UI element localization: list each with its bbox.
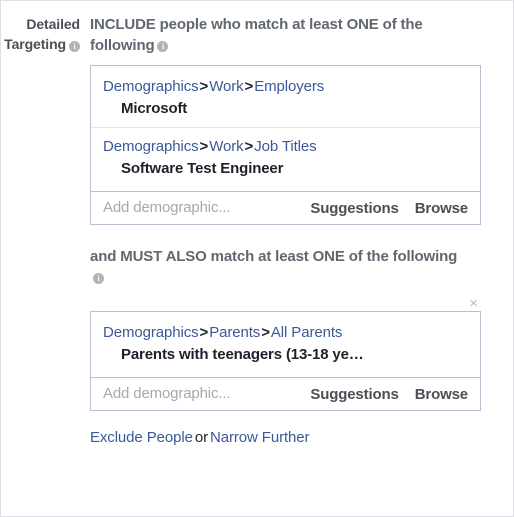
suggestions-button[interactable]: Suggestions (310, 386, 399, 403)
spec-item-value: Software Test Engineer (121, 160, 284, 177)
breadcrumb: Demographics>Parents>All Parents (103, 322, 468, 343)
include-spec-wrap: Demographics>Work>Employers Microsoft De… (90, 65, 481, 225)
targeting-content: INCLUDE people who match at least ONE of… (90, 14, 513, 448)
breadcrumb-crumb[interactable]: Employers (254, 78, 324, 95)
breadcrumb-crumb[interactable]: Demographics (103, 138, 199, 155)
breadcrumb-crumb[interactable]: Work (209, 138, 243, 155)
narrow-spec-entries: Demographics>Parents>All Parents Parents… (91, 312, 480, 377)
breadcrumb-separator: > (244, 78, 254, 95)
breadcrumb-separator: > (244, 138, 254, 155)
suggestions-button[interactable]: Suggestions (310, 200, 399, 217)
breadcrumb-separator: > (199, 138, 209, 155)
include-input-bar: Suggestions Browse (91, 191, 480, 224)
add-demographic-input[interactable] (103, 198, 295, 218)
field-label-line2: Targeting i (1, 34, 80, 54)
narrow-spec-box: Demographics>Parents>All Parents Parents… (90, 311, 481, 411)
footer-links: Exclude People or Narrow Further (90, 427, 503, 448)
spec-entry: Demographics>Work>Employers Microsoft (91, 74, 480, 125)
detailed-targeting-panel: Detailed Targeting i INCLUDE people who m… (0, 0, 514, 517)
info-icon[interactable]: i (157, 41, 169, 52)
breadcrumb-separator: > (261, 324, 270, 341)
spec-item-value: Parents with teenagers (13-18 ye… (121, 346, 364, 363)
narrow-heading-text: and MUST ALSO match at least ONE of the … (90, 248, 458, 265)
breadcrumb-separator: > (199, 78, 209, 95)
narrow-spec-wrap: × Demographics>Parents>All Parents Paren… (90, 295, 481, 411)
browse-button[interactable]: Browse (415, 200, 468, 217)
include-heading: INCLUDE people who match at least ONE of… (90, 14, 470, 56)
breadcrumb-separator: > (199, 324, 209, 341)
narrow-heading: and MUST ALSO match at least ONE of the … (90, 246, 470, 288)
include-spec-entries: Demographics>Work>Employers Microsoft De… (91, 66, 480, 191)
exclude-people-link[interactable]: Exclude People (90, 429, 193, 446)
field-label: Detailed Targeting i (1, 14, 90, 54)
breadcrumb: Demographics>Work>Employers (103, 76, 468, 97)
field-label-line2-text: Targeting (4, 36, 66, 52)
spec-item-value: Microsoft (121, 100, 188, 117)
breadcrumb-crumb[interactable]: Job Titles (254, 138, 316, 155)
field-label-line1: Detailed (26, 16, 80, 32)
breadcrumb-crumb[interactable]: Demographics (103, 324, 199, 341)
breadcrumb-crumb[interactable]: Parents (209, 324, 260, 341)
narrow-input-bar: Suggestions Browse (91, 377, 480, 410)
browse-button[interactable]: Browse (415, 386, 468, 403)
close-icon[interactable]: × (469, 296, 478, 311)
info-icon[interactable]: i (93, 273, 104, 284)
add-demographic-input[interactable] (103, 384, 295, 404)
breadcrumb: Demographics>Work>Job Titles (103, 136, 468, 157)
narrow-further-link[interactable]: Narrow Further (210, 429, 310, 446)
info-icon[interactable]: i (69, 41, 80, 52)
include-heading-text: INCLUDE people who match at least ONE of… (90, 16, 423, 54)
include-spec-box: Demographics>Work>Employers Microsoft De… (90, 65, 481, 225)
breadcrumb-crumb[interactable]: All Parents (271, 324, 343, 341)
form-row: Detailed Targeting i INCLUDE people who m… (1, 1, 513, 448)
footer-or-text: or (194, 429, 208, 446)
spec-entry: Demographics>Work>Job Titles Software Te… (91, 127, 480, 185)
spec-entry: Demographics>Parents>All Parents Parents… (91, 320, 480, 371)
narrow-close-row: × (90, 295, 481, 311)
breadcrumb-crumb[interactable]: Demographics (103, 78, 199, 95)
breadcrumb-crumb[interactable]: Work (209, 78, 243, 95)
